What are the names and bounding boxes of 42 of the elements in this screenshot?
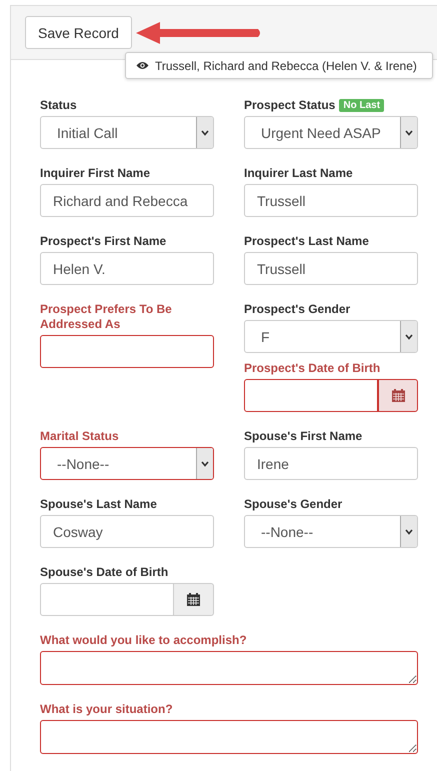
field-label: Spouse's Gender [244,497,342,512]
dropdown[interactable]: --None-- [40,447,214,480]
text-field[interactable]: Helen V. [40,252,214,285]
field-label: What is your situation? [40,702,173,717]
eye-icon [136,61,149,70]
text-field[interactable]: Irene [244,447,418,480]
chevron-icon [405,334,413,340]
text-field[interactable]: Cosway [40,515,214,548]
text-area[interactable] [40,720,418,754]
chevron-icon [201,130,209,136]
dropdown[interactable]: F [244,320,418,353]
field-label: What would you like to accomplish? [40,633,247,648]
field-label: Spouse's Date of Birth [40,565,168,580]
field-label: Status [40,98,77,113]
field-label: Prospect's First Name [40,234,166,249]
chevron-icon [405,528,413,534]
text-field[interactable]: Trussell [244,252,418,285]
text-field[interactable] [40,335,214,368]
calendar-icon [392,389,404,402]
date-field[interactable] [244,379,378,412]
field-label: Marital Status [40,429,119,444]
field-label: Inquirer Last Name [244,166,353,181]
text-field[interactable]: Trussell [244,184,418,217]
dropdown[interactable]: Initial Call [40,116,214,149]
text-field[interactable]: Richard and Rebecca [40,184,214,217]
field-label: Spouse's First Name [244,429,362,444]
text-area[interactable] [40,651,418,685]
status-tag: No Last [339,99,384,112]
field-label: Inquirer First Name [40,166,150,181]
field-label: Prospect Prefers To Be Addressed As [40,302,173,332]
save-button[interactable]: Save Record [25,16,132,49]
field-label: Prospect's Gender [244,302,350,317]
dropdown[interactable]: --None-- [244,515,418,548]
field-label: Spouse's Last Name [40,497,157,512]
chevron-icon [405,130,413,136]
calendar-icon [187,593,200,606]
chevron-icon [201,460,209,466]
record-name: Trussell, Richard and Rebecca (Helen V. & Irene) [155,58,417,72]
field-label: Prospect's Last Name [244,234,369,249]
field-label: Prospect Status [244,98,336,113]
dropdown[interactable]: Urgent Need ASAP [244,116,418,149]
field-label: Prospect's Date of Birth [244,361,380,376]
